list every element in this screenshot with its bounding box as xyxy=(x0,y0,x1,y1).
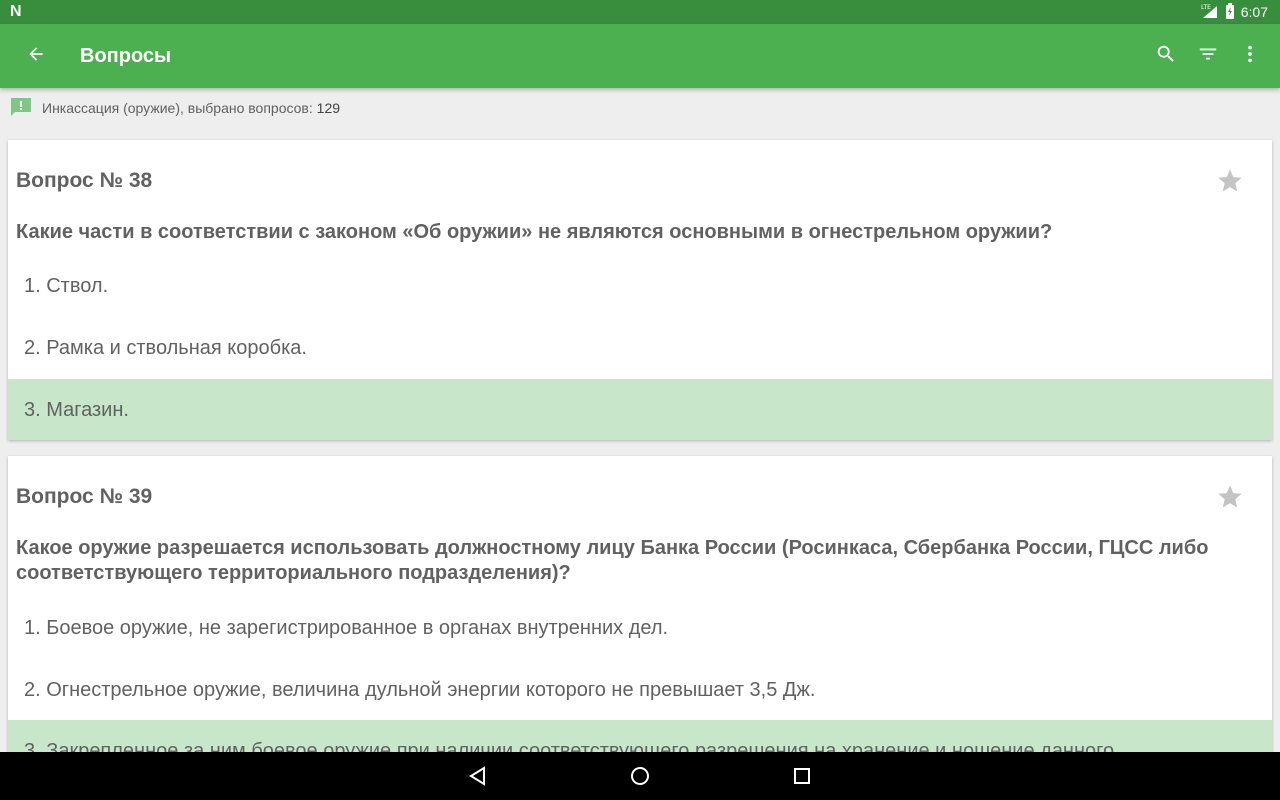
clock: 6:07 xyxy=(1240,4,1268,20)
favorite-button[interactable] xyxy=(1216,167,1244,195)
question-card[interactable]: Вопрос № 38 Какие части в соответствии с… xyxy=(8,140,1272,440)
status-bar: N LTE 6:07 xyxy=(0,0,1280,24)
lte-signal-icon: LTE xyxy=(1201,3,1219,22)
answer-option[interactable]: 2. Рамка и ствольная коробка. xyxy=(8,317,1272,379)
more-vert-icon xyxy=(1239,43,1261,70)
more-options-button[interactable] xyxy=(1234,40,1266,72)
filter-icon xyxy=(1197,43,1219,70)
page-title: Вопросы xyxy=(80,45,172,67)
triangle-back-icon xyxy=(466,766,490,792)
star-icon xyxy=(1216,485,1244,515)
nav-recents-button[interactable] xyxy=(790,764,814,788)
search-icon xyxy=(1155,43,1177,70)
answer-option[interactable]: 1. Боевое оружие, не зарегистрированное … xyxy=(8,597,1272,659)
question-number: Вопрос № 38 xyxy=(16,169,153,192)
question-text: Какое оружие разрешается использовать до… xyxy=(16,537,1209,584)
back-button[interactable] xyxy=(20,40,52,72)
arrow-back-icon xyxy=(26,44,46,69)
svg-text:LTE: LTE xyxy=(1201,4,1211,11)
category-name: Инкассация (оружие) xyxy=(42,100,180,116)
favorite-button[interactable] xyxy=(1216,483,1244,511)
nav-back-button[interactable] xyxy=(466,764,490,788)
question-text: Какие части в соответствии с законом «Об… xyxy=(16,221,1053,243)
question-card[interactable]: Вопрос № 39 Какое оружие разрешается исп… xyxy=(8,456,1272,752)
answer-option-correct[interactable]: 3. Магазин. xyxy=(8,379,1272,440)
feedback-icon xyxy=(10,97,32,120)
nav-home-button[interactable] xyxy=(628,764,652,788)
selected-label: , выбрано вопросов: xyxy=(179,100,317,116)
selection-text: Инкассация (оружие), выбрано вопросов: 1… xyxy=(42,100,340,116)
app-bar: Вопросы xyxy=(0,24,1280,88)
square-recents-icon xyxy=(790,768,814,792)
search-button[interactable] xyxy=(1150,40,1182,72)
battery-charging-icon xyxy=(1225,2,1235,22)
star-icon xyxy=(1216,169,1244,199)
app-bar-actions xyxy=(1150,40,1266,72)
answer-option[interactable]: 1. Ствол. xyxy=(8,255,1272,317)
selected-count: 129 xyxy=(316,100,341,116)
selection-info: Инкассация (оружие), выбрано вопросов: 1… xyxy=(10,96,340,120)
question-number: Вопрос № 39 xyxy=(16,485,153,508)
answer-option-correct[interactable]: 3. Закрепленное за ним боевое оружие при… xyxy=(8,720,1272,752)
answer-option[interactable]: 2. Огнестрельное оружие, величина дульно… xyxy=(8,659,1272,721)
filter-button[interactable] xyxy=(1192,40,1224,72)
circle-home-icon xyxy=(628,767,652,792)
status-indicators: LTE 6:07 xyxy=(1201,0,1268,24)
navigation-bar xyxy=(0,752,1280,800)
notification-logo: N xyxy=(10,3,22,20)
